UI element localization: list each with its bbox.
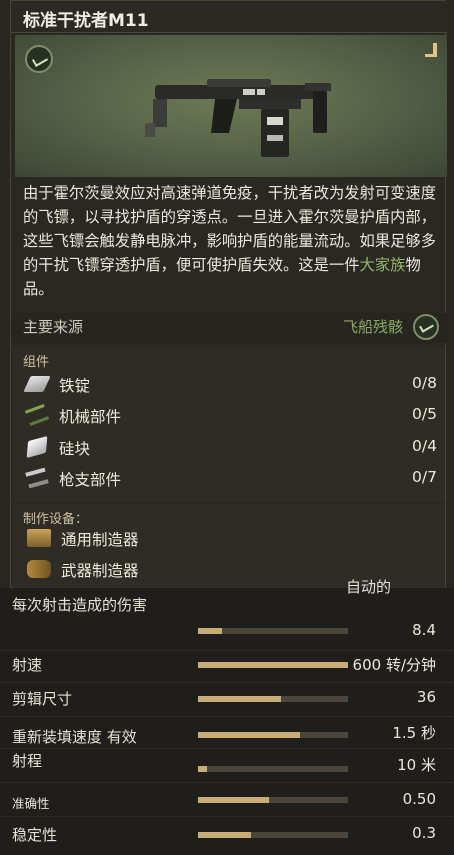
disruptor-gun-icon	[145, 79, 331, 157]
stat-value-stability: 0.3	[412, 824, 436, 842]
primary-source-label: 主要来源	[23, 318, 84, 336]
component-row-silicon-block[interactable]: 硅块 0/4	[13, 434, 445, 462]
stat-label-fire-rate: 射速	[12, 656, 43, 674]
component-row-mechanical-parts[interactable]: 机械部件 0/5	[13, 402, 445, 430]
fire-mode-value: 自动的	[346, 578, 392, 596]
stat-bar-stability	[198, 832, 348, 838]
stat-bar-magazine-size	[198, 696, 348, 702]
device-name: 通用制造器	[61, 531, 139, 549]
gun-parts-icon	[25, 467, 49, 489]
component-count: 0/7	[412, 468, 437, 486]
bookmark-icon[interactable]	[425, 43, 437, 57]
stat-label-reload-speed: 重新装填速度 有效	[12, 728, 137, 746]
stat-fill	[198, 628, 222, 634]
stat-label-accuracy: 准确性	[12, 796, 50, 811]
item-title: 标准干扰者M11	[23, 11, 149, 31]
stat-value-accuracy: 0.50	[402, 790, 436, 808]
silicon-block-icon	[26, 435, 48, 459]
stat-separator	[0, 716, 454, 717]
item-tooltip: 标准干扰者M11 由于霍尔茨曼效应对高速弹道免疫，干扰者改为发射可变速度的飞镖，…	[10, 0, 447, 588]
stat-bar-fire-rate	[198, 662, 348, 668]
iron-ingot-icon	[23, 376, 51, 392]
item-description: 由于霍尔茨曼效应对高速弹道免疫，干扰者改为发射可变速度的飞镖，以寻找护盾的穿透点…	[23, 181, 439, 301]
mechanical-parts-icon	[24, 404, 50, 426]
stat-separator	[0, 650, 454, 651]
stat-value-range: 10 米	[397, 756, 436, 774]
universal-fabricator-icon	[27, 529, 51, 547]
stat-separator	[0, 748, 454, 749]
primary-source-value: 飞船残骸	[342, 318, 403, 336]
stat-bar-reload-speed	[198, 732, 348, 738]
stat-label-stability: 稳定性	[12, 826, 58, 844]
stat-label-magazine-size: 剪辑尺寸	[12, 690, 73, 708]
stat-bar-damage	[198, 628, 348, 634]
weapon-fabricator-icon	[27, 560, 51, 578]
component-name: 枪支部件	[59, 471, 122, 489]
stat-label-damage: 每次射击造成的伤害	[12, 596, 148, 614]
stat-bar-range	[198, 766, 348, 772]
stat-value-magazine-size: 36	[416, 688, 436, 706]
stat-fill	[198, 766, 207, 772]
stat-value-reload-speed: 1.5 秒	[392, 724, 436, 742]
stat-bar-accuracy	[198, 797, 348, 803]
device-name: 武器制造器	[61, 562, 139, 580]
stat-fill	[198, 797, 269, 803]
item-image	[15, 35, 447, 177]
faction-link[interactable]: 大家族	[360, 256, 406, 274]
stat-separator	[0, 682, 454, 683]
derelict-ship-icon	[413, 314, 439, 340]
primary-source-row: 主要来源 飞船残骸	[11, 313, 447, 343]
component-count: 0/5	[412, 405, 437, 423]
tooltip-header: 标准干扰者M11	[11, 1, 447, 33]
component-name: 机械部件	[59, 408, 122, 426]
component-count: 0/8	[412, 374, 437, 392]
component-name: 铁锭	[59, 377, 91, 395]
device-row-universal-fabricator[interactable]: 通用制造器	[13, 524, 445, 554]
stat-fill	[198, 662, 348, 668]
stat-label-range: 射程	[12, 752, 43, 770]
stat-fill	[198, 696, 281, 702]
component-name: 硅块	[59, 440, 91, 458]
stat-fill	[198, 832, 251, 838]
components-label: 组件	[23, 355, 50, 370]
stat-value-fire-rate: 600 转/分钟	[352, 656, 436, 674]
component-row-iron-ingot[interactable]: 铁锭 0/8	[13, 371, 445, 399]
components-section: 组件 铁锭 0/8 机械部件 0/5 硅块 0/4 枪支部件 0/7	[13, 347, 445, 502]
stat-value-damage: 8.4	[412, 621, 436, 639]
stat-fill	[198, 732, 300, 738]
weapon-stats-panel: 自动的 每次射击造成的伤害 8.4 射速 600 转/分钟 剪辑尺寸 36 重新…	[0, 578, 454, 855]
component-row-gun-parts[interactable]: 枪支部件 0/7	[13, 465, 445, 493]
component-count: 0/4	[412, 437, 437, 455]
stat-separator	[0, 816, 454, 817]
stat-separator	[0, 782, 454, 783]
derelict-ship-badge-icon	[25, 45, 53, 73]
